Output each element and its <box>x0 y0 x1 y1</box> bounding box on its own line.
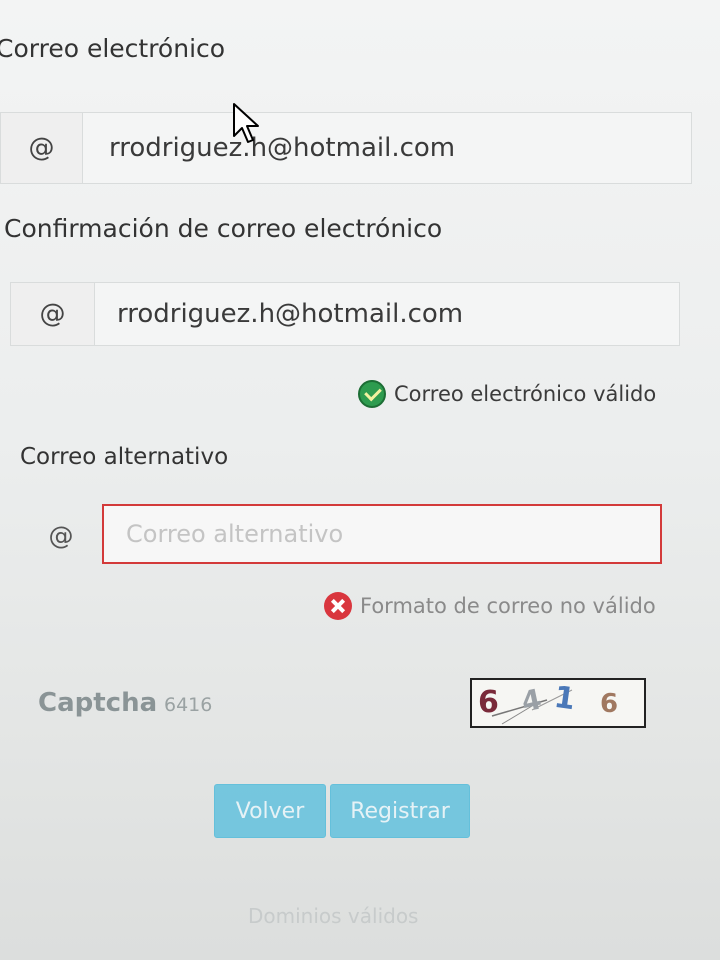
check-circle-icon <box>358 380 386 408</box>
email-valid-text: Correo electrónico válido <box>394 382 657 406</box>
captcha-char-3: 1 <box>552 680 578 717</box>
confirm-email-input-group[interactable]: @ rrodriguez.h@hotmail.com <box>10 282 680 346</box>
captcha-char-4: 6 <box>600 689 618 719</box>
captcha-label: Captcha <box>38 688 158 718</box>
register-button[interactable]: Registrar <box>330 784 470 838</box>
confirm-email-label: Confirmación de correo electrónico <box>4 214 443 243</box>
email-label: Correo electrónico <box>0 34 226 63</box>
captcha-char-1: 6 <box>478 685 499 720</box>
at-icon: @ <box>1 113 83 183</box>
captcha-graphic: 6 4 1 6 <box>478 680 618 725</box>
alt-email-error-text: Formato de correo no válido <box>360 594 656 618</box>
error-circle-icon <box>324 592 352 620</box>
confirm-email-input[interactable]: rrodriguez.h@hotmail.com <box>95 283 463 345</box>
captcha-image: 6 4 1 6 <box>470 678 646 728</box>
mouse-cursor-icon <box>232 102 262 146</box>
email-valid-status: Correo electrónico válido <box>358 380 656 408</box>
alt-email-error-status: Formato de correo no válido <box>324 592 656 620</box>
alt-email-input[interactable] <box>102 504 662 564</box>
at-icon: @ <box>11 283 95 345</box>
email-input-group[interactable]: @ rrodriguez.h@hotmail.com <box>0 112 692 184</box>
captcha-char-2: 4 <box>518 682 544 718</box>
email-input[interactable]: rrodriguez.h@hotmail.com <box>83 113 455 183</box>
alt-email-label: Correo alternativo <box>20 444 229 470</box>
valid-domains-link[interactable]: Dominios válidos <box>248 904 418 928</box>
at-icon: @ <box>48 520 74 550</box>
captcha-hint: 6416 <box>164 694 213 716</box>
back-button[interactable]: Volver <box>214 784 326 838</box>
